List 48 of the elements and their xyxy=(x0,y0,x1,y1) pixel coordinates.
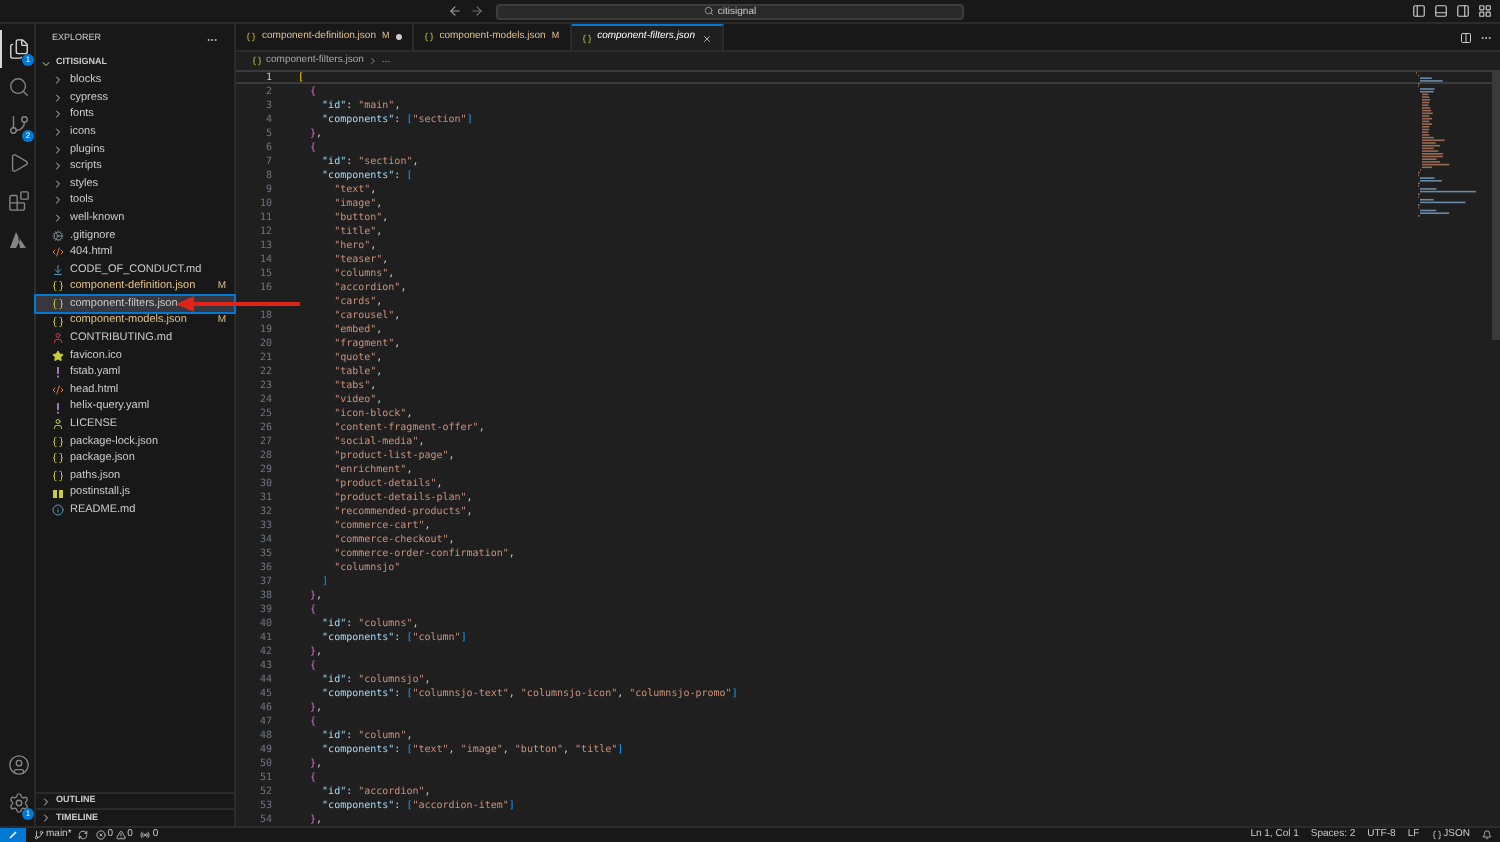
files-icon[interactable] xyxy=(8,38,30,60)
panel-left-icon[interactable] xyxy=(1412,4,1426,18)
download-icon xyxy=(52,263,64,276)
blocks-icon[interactable] xyxy=(7,190,29,212)
braces-icon xyxy=(52,298,64,311)
search-icon[interactable] xyxy=(7,76,29,98)
braces-icon xyxy=(52,452,64,465)
braces-icon xyxy=(52,280,64,293)
code-icon xyxy=(52,383,64,396)
chevron-right-icon xyxy=(367,56,378,66)
error-icon xyxy=(95,830,106,840)
braces-icon xyxy=(1431,830,1442,840)
branch-icon xyxy=(34,830,44,840)
layout-icon[interactable] xyxy=(1478,4,1492,18)
split-editor-icon[interactable] xyxy=(1460,31,1472,43)
back-arrow-icon[interactable] xyxy=(448,4,462,18)
braces-icon xyxy=(423,32,434,42)
triangle-logo-icon[interactable] xyxy=(8,229,28,249)
panel-bottom-icon[interactable] xyxy=(1434,4,1448,18)
star-icon xyxy=(52,349,64,362)
js-file-icon xyxy=(52,487,64,500)
braces-icon xyxy=(252,56,262,66)
remote-icon xyxy=(8,830,18,840)
braces-icon xyxy=(52,469,64,482)
sync-icon[interactable] xyxy=(77,830,88,840)
info-icon xyxy=(52,504,64,517)
branch-icon[interactable] xyxy=(7,114,29,136)
person-icon xyxy=(52,332,64,345)
panel-right-icon[interactable] xyxy=(1456,4,1470,18)
exclamation-icon xyxy=(52,366,64,379)
braces-icon xyxy=(246,32,256,42)
code-icon xyxy=(52,246,64,259)
bell-icon[interactable] xyxy=(1482,830,1492,840)
forward-arrow-icon[interactable] xyxy=(470,4,484,18)
gear-icon xyxy=(52,229,64,242)
braces-icon xyxy=(581,33,592,43)
account-icon[interactable] xyxy=(7,754,29,776)
exclamation-icon xyxy=(52,401,64,414)
settings-icon[interactable] xyxy=(7,792,29,814)
warning-icon xyxy=(115,830,126,840)
chevron-down-icon[interactable] xyxy=(40,57,52,69)
play-icon[interactable] xyxy=(7,152,29,174)
braces-icon xyxy=(52,435,64,448)
arrow-annotation xyxy=(176,296,300,312)
person-icon xyxy=(52,418,64,431)
broadcast-icon xyxy=(140,830,151,840)
search-icon xyxy=(703,6,714,16)
braces-icon xyxy=(52,315,64,328)
